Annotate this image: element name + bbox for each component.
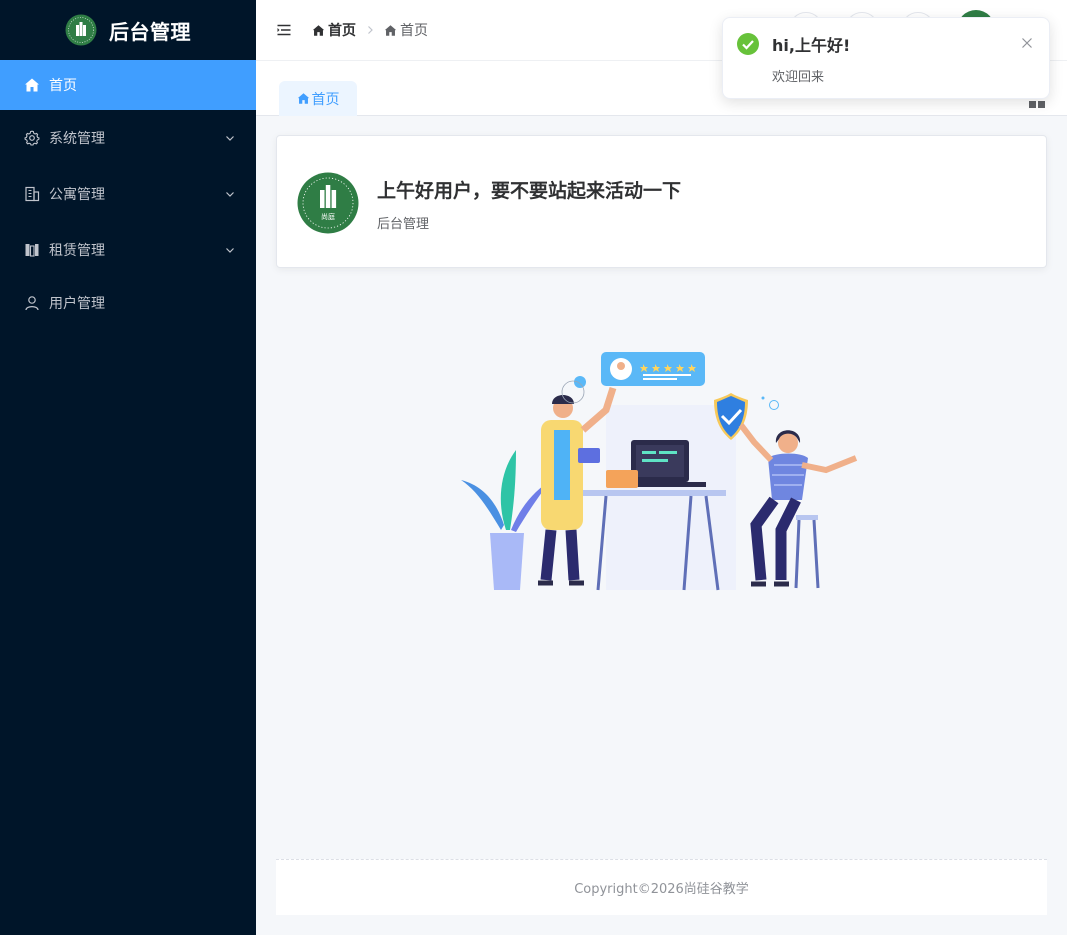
breadcrumb-item[interactable]: 首页 (312, 20, 356, 40)
chevron-down-icon (226, 192, 234, 197)
sidebar-item-lease[interactable]: 租赁管理 (0, 222, 256, 278)
home-icon (312, 24, 325, 36)
chevron-down-icon (226, 136, 234, 141)
app-root: 后台管理 首页 系统管理 公寓管理 租赁管理 用户管理 首页 首页 首页 尚庭 … (0, 0, 1067, 935)
breadcrumb-label: 首页 (400, 23, 428, 39)
lease-icon (24, 242, 40, 258)
home-icon (24, 77, 40, 93)
sidebar-item-users[interactable]: 用户管理 (0, 278, 256, 328)
chevron-right-icon (368, 26, 373, 34)
breadcrumb-item[interactable]: 首页 (384, 20, 428, 40)
sidebar: 后台管理 首页 系统管理 公寓管理 租赁管理 用户管理 (0, 0, 256, 935)
sidebar-menu: 首页 系统管理 公寓管理 租赁管理 用户管理 (0, 60, 256, 328)
home-icon (297, 93, 309, 104)
sidebar-item-apartment[interactable]: 公寓管理 (0, 166, 256, 222)
welcome-title: 上午好用户，要不要站起来活动一下 (377, 180, 682, 202)
menu-fold-button[interactable] (276, 21, 294, 39)
menu-fold-icon (277, 24, 291, 36)
chevron-down-icon (226, 248, 234, 253)
breadcrumb: 首页 首页 (312, 20, 428, 40)
sidebar-item-label: 首页 (49, 78, 77, 94)
sidebar-item-label: 公寓管理 (49, 187, 105, 203)
welcome-illustration (461, 352, 858, 591)
home-icon (384, 24, 397, 36)
brand-logo-icon: 尚庭 (297, 172, 359, 234)
brand-title: 后台管理 (109, 19, 191, 44)
sidebar-item-system[interactable]: 系统管理 (0, 110, 256, 166)
notification-message: 欢迎回来 (772, 70, 825, 85)
sidebar-item-label: 系统管理 (49, 131, 105, 147)
success-check-icon (737, 33, 759, 55)
tabs-more-icon[interactable] (1029, 101, 1045, 109)
welcome-subtitle: 后台管理 (377, 217, 430, 232)
copyright-text: Copyright©2026尚硅谷教学 (574, 882, 749, 897)
close-icon[interactable] (1021, 37, 1033, 49)
tab-label: 首页 (311, 91, 340, 108)
gear-icon (24, 130, 40, 146)
logo-text: 尚庭 (321, 212, 335, 221)
breadcrumb-label: 首页 (328, 23, 356, 39)
notification-toast: hi,上午好! 欢迎回来 (722, 17, 1050, 99)
sidebar-item-label: 租赁管理 (49, 243, 105, 259)
user-icon (24, 295, 40, 311)
sidebar-item-home[interactable]: 首页 (0, 60, 256, 110)
sidebar-item-label: 用户管理 (49, 296, 105, 312)
building-icon (24, 186, 40, 202)
welcome-card: 尚庭 上午好用户，要不要站起来活动一下 后台管理 (276, 135, 1047, 268)
footer: Copyright©2026尚硅谷教学 (276, 859, 1047, 915)
main-area: 首页 首页 首页 尚庭 上午好用户，要不要站起来活动一下 后台管理 Copyri… (256, 0, 1067, 935)
notification-title: hi,上午好! (772, 36, 851, 55)
tab-home[interactable]: 首页 (279, 81, 357, 116)
brand-logo-icon (65, 14, 97, 46)
brand[interactable]: 后台管理 (0, 0, 256, 60)
